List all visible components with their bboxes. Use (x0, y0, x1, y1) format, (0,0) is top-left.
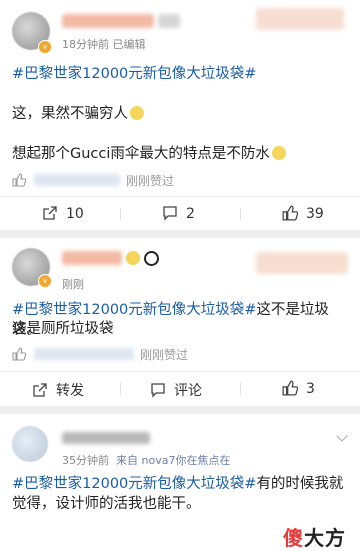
divider (0, 196, 360, 197)
panda-emoji-icon (144, 251, 159, 266)
thumbs-up-icon (12, 347, 26, 361)
topic-hashtag[interactable]: #巴黎世家12000元新包像大垃圾袋# (12, 476, 256, 492)
post-text-line: 这，果然不骗穷人 (12, 104, 350, 124)
thumbs-up-icon (282, 205, 299, 221)
comment-button[interactable]: 2 (162, 205, 195, 222)
watermark-logo: 傻大方 (283, 526, 346, 550)
post-text-line: 想起那个Gucci雨伞最大的特点是不防水 (12, 144, 350, 164)
smile-emoji-icon (126, 251, 140, 265)
share-icon (33, 383, 47, 397)
liked-by-row[interactable]: 刚刚赞过 (12, 346, 188, 363)
liker-name-blurred (34, 174, 120, 186)
verified-badge-icon: v (38, 40, 52, 54)
share-button[interactable]: 转发 (32, 380, 84, 400)
laugh-emoji-icon (271, 146, 286, 160)
username-blurred[interactable] (62, 251, 122, 265)
like-button[interactable]: 3 (282, 380, 315, 397)
share-icon (43, 206, 57, 220)
share-button[interactable]: 10 (42, 205, 84, 222)
user-tag-blurred (158, 14, 180, 28)
username-blurred[interactable] (62, 14, 154, 28)
post-meta: 刚刚 (62, 278, 84, 291)
post-text: #巴黎世家12000元新包像大垃圾袋#有的时候我就觉得，设计师的活我也能干。 (12, 476, 344, 512)
post-card-1: v 18分钟前 已编辑 #巴黎世家12000元新包像大垃圾袋# 这，果然不骗穷人… (0, 0, 360, 230)
comment-icon (163, 206, 177, 221)
verified-badge-icon: v (38, 274, 52, 288)
like-button[interactable]: 39 (282, 205, 324, 222)
chevron-down-icon[interactable] (336, 430, 348, 442)
topic-hashtag[interactable]: #巴黎世家12000元新包像大垃圾袋# (12, 66, 256, 82)
separator (240, 208, 241, 220)
liker-name-blurred (34, 348, 134, 360)
comment-button[interactable]: 评论 (150, 380, 202, 400)
post-meta: 35分钟前 来自 nova7你在焦点在 (62, 454, 231, 467)
post-text-line: 这是厕所垃圾袋 (12, 321, 114, 337)
post-card-2: v 刚刚 #巴黎世家12000元新包像大垃圾袋#这不是垃圾袋。 这是厕所垃圾袋 … (0, 238, 360, 406)
post-meta: 18分钟前 已编辑 (62, 38, 146, 51)
comment-icon (151, 383, 165, 398)
avatar[interactable] (12, 426, 48, 462)
post-text: #巴黎世家12000元新包像大垃圾袋# (12, 64, 350, 84)
thumbs-up-icon (282, 380, 299, 396)
follow-button-blurred[interactable] (256, 8, 344, 30)
username-blurred[interactable] (62, 432, 150, 444)
thumbs-up-icon (12, 173, 26, 187)
separator (240, 383, 241, 395)
separator (120, 208, 121, 220)
topic-hashtag[interactable]: #巴黎世家12000元新包像大垃圾袋# (12, 302, 256, 318)
smile-emoji-icon (130, 106, 144, 120)
separator (120, 383, 121, 395)
follow-button-blurred[interactable] (256, 252, 348, 274)
liked-by-row[interactable]: 刚刚赞过 (12, 172, 174, 189)
divider (0, 371, 360, 372)
